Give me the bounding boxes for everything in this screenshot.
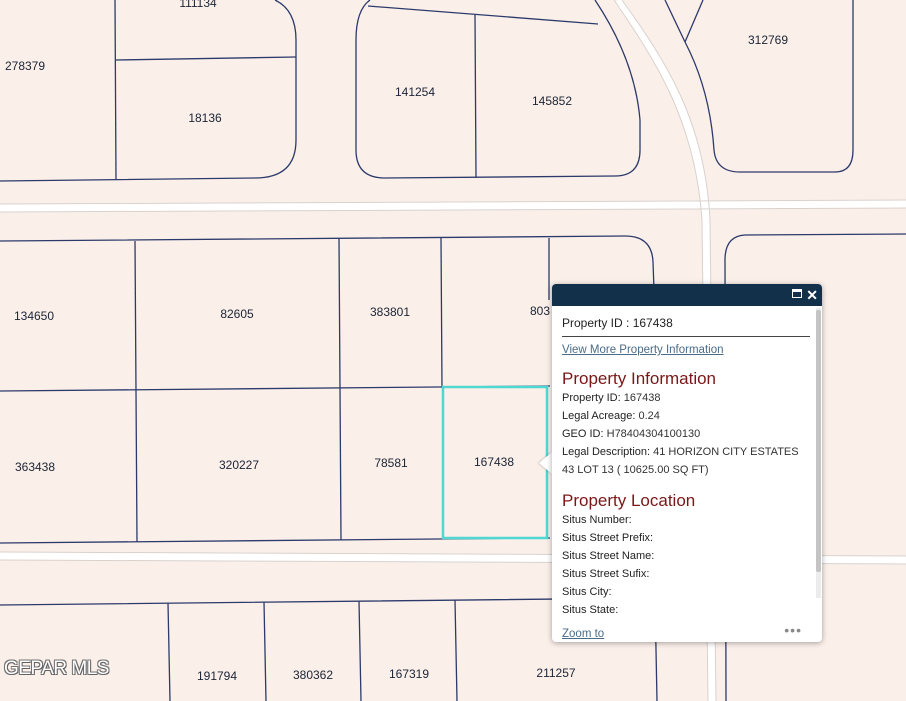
parcel-label[interactable]: 320227 — [219, 458, 259, 472]
popup-title-value: 167438 — [632, 316, 673, 330]
field-situs-street-sufix: Situs Street Sufix: — [562, 565, 810, 583]
field-key: Situs Number: — [562, 514, 632, 526]
field-key: Legal Acreage: — [562, 410, 636, 422]
parcel-label[interactable]: 82605 — [220, 307, 253, 321]
parcel-label[interactable]: 111134 — [179, 0, 216, 10]
field-key: Legal Description: — [562, 446, 651, 458]
parcel-label[interactable]: 211257 — [536, 666, 575, 680]
parcel-label[interactable]: 383801 — [370, 305, 410, 319]
mls-watermark: GEPAR MLS — [4, 658, 109, 679]
popup-footer: Zoom to ••• — [562, 622, 810, 640]
property-location-heading: Property Location — [562, 491, 696, 510]
close-icon[interactable]: ✕ — [806, 287, 818, 303]
property-popup: ✕ Property ID : 167438 View More Propert… — [552, 284, 822, 642]
field-legal-description: Legal Description: 41 HORIZON CITY ESTAT… — [562, 443, 810, 479]
field-situs-state: Situs State: — [562, 601, 810, 619]
popup-title-label: Property ID — [562, 316, 623, 330]
field-situs-number: Situs Number: — [562, 511, 810, 529]
parcel-label[interactable]: 134650 — [14, 309, 54, 323]
field-value: 0.24 — [638, 410, 660, 422]
popup-scroll-thumb[interactable] — [816, 310, 821, 572]
parcel-label[interactable]: 191794 — [197, 669, 237, 683]
field-legal-acreage: Legal Acreage: 0.24 — [562, 407, 810, 425]
field-situs-city: Situs City: — [562, 583, 810, 601]
popup-body[interactable]: Property ID : 167438 View More Property … — [562, 306, 810, 642]
parcel-label[interactable]: 18136 — [188, 111, 221, 125]
view-more-link[interactable]: View More Property Information — [562, 344, 810, 356]
popup-title: Property ID : 167438 — [562, 316, 810, 337]
property-information-heading: Property Information — [562, 369, 717, 388]
field-key: Situs Street Sufix: — [562, 568, 650, 580]
parcel-label[interactable]: 380362 — [293, 668, 333, 682]
parcel-label[interactable]: 363438 — [15, 460, 55, 474]
field-key: Situs Street Prefix: — [562, 532, 654, 544]
parcel-label[interactable]: 145852 — [532, 94, 572, 108]
parcel-label[interactable]: 167319 — [389, 667, 429, 681]
field-key: Property ID: — [562, 392, 621, 404]
parcel-label-selected[interactable]: 167438 — [474, 455, 514, 469]
field-geo-id: GEO ID: H78404304100130 — [562, 425, 810, 443]
field-value: H78404304100130 — [606, 428, 701, 440]
field-key: Situs City: — [562, 586, 612, 598]
parcel-label[interactable]: 278379 — [5, 59, 45, 73]
more-options-icon[interactable]: ••• — [784, 622, 802, 638]
field-key: Situs Street Name: — [562, 550, 655, 562]
maximize-icon[interactable] — [792, 289, 802, 298]
field-property-id: Property ID: 167438 — [562, 389, 810, 407]
field-situs-street-name: Situs Street Name: — [562, 547, 810, 565]
field-value: 167438 — [623, 392, 661, 404]
popup-header: ✕ — [552, 284, 822, 306]
field-key: GEO ID: — [562, 428, 604, 440]
zoom-to-link[interactable]: Zoom to — [562, 628, 604, 640]
parcel-label[interactable]: 78581 — [374, 456, 407, 470]
parcel-label[interactable]: 803 — [530, 304, 550, 318]
field-situs-street-prefix: Situs Street Prefix: — [562, 529, 810, 547]
parcel-label[interactable]: 141254 — [395, 85, 435, 99]
field-key: Situs State: — [562, 604, 619, 616]
popup-pointer — [539, 452, 552, 474]
parcel-label[interactable]: 312769 — [748, 33, 788, 47]
